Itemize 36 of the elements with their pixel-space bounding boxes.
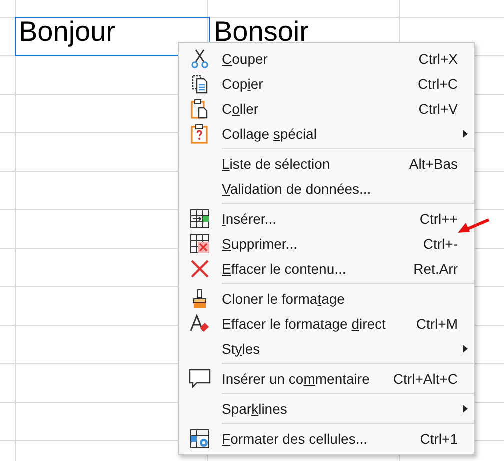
clipboard-question-icon [190,124,210,144]
copy-icon [190,74,210,94]
x-mark-icon [190,258,210,278]
menu-item[interactable]: Validation de données... [179,176,474,201]
insert-cells-icon [190,208,210,228]
menu-item[interactable]: Sparklines [179,396,474,421]
shortcut-label: Ctrl+X [418,50,458,66]
shortcut-label: Ret.Arr [414,260,458,276]
menu-item[interactable]: Effacer le contenu... Ret.Arr [179,256,474,281]
shortcut-label: Ctrl++ [420,210,458,226]
shortcut-label: Alt+Bas [409,156,458,172]
menu-item[interactable]: Collage spécial [179,121,474,146]
shortcut-label: Ctrl+- [423,236,458,252]
menu-item[interactable]: Coller Ctrl+V [179,96,474,121]
shortcut-label: Ctrl+V [418,100,458,116]
shortcut-label: Ctrl+C [418,76,458,92]
shortcut-label: Ctrl+Alt+C [393,370,458,386]
shortcut-label: Ctrl+1 [420,430,458,446]
menu-item[interactable]: Insérer... Ctrl++ [179,206,474,231]
menu-item[interactable]: Insérer un commentaire Ctrl+Alt+C [179,366,474,391]
menu-item[interactable]: Effacer le formatage direct Ctrl+M [179,311,474,336]
menu-item[interactable]: Styles [179,336,474,361]
shortcut-label: Ctrl+M [416,316,458,332]
clear-format-icon [190,314,210,334]
table-cell[interactable]: Bonjour [15,17,210,56]
menu-item[interactable]: Formater des cellules... Ctrl+1 [179,426,474,451]
menu-item[interactable]: Copier Ctrl+C [179,71,474,96]
delete-cells-icon [190,234,210,254]
menu-item[interactable]: Liste de sélection Alt+Bas [179,151,474,176]
menu-item[interactable]: Supprimer... Ctrl+- [179,231,474,256]
comment-icon [189,368,211,388]
clipboard-icon [190,98,210,118]
menu-item[interactable]: Cloner le formatage [179,286,474,311]
scissors-icon [190,48,210,68]
format-cells-icon [190,428,210,448]
pointer-arrow-drawing [458,218,490,236]
